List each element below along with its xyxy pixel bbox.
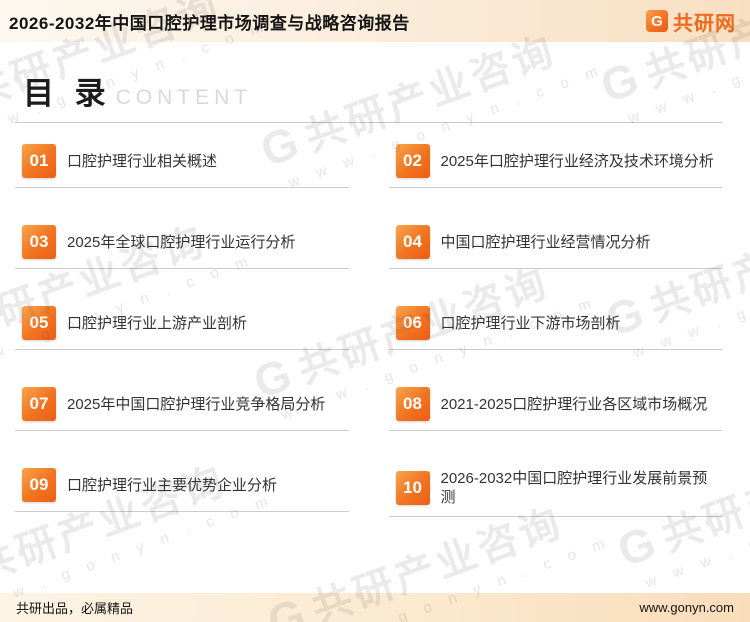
toc-item-number: 07 [22,387,56,421]
toc-item-number: 09 [22,468,56,502]
toc-grid: 01 口腔护理行业相关概述 02 2025年口腔护理行业经济及技术环境分析 03… [15,144,722,549]
toc-item: 03 2025年全球口腔护理行业运行分析 [15,225,349,269]
footer-slogan: 共研出品，必属精品 [16,601,134,616]
toc-item-label: 口腔护理行业相关概述 [67,153,218,170]
main-content: 目 录 CONTENT 01 口腔护理行业相关概述 02 2025年口腔护理行业… [15,42,722,549]
toc-item-number: 04 [395,225,430,259]
header-bar: 2026-2032年中国口腔护理市场调查与战略咨询报告 G 共研网 [0,0,750,42]
toc-item-label: 2025年中国口腔护理行业竞争格局分析 [67,396,326,413]
toc-item-label: 2025年口腔护理行业经济及技术环境分析 [440,153,714,170]
toc-item: 07 2025年中国口腔护理行业竞争格局分析 [15,387,349,431]
toc-item-label: 2025年全球口腔护理行业运行分析 [67,234,296,251]
toc-title-en: CONTENT [115,86,253,109]
toc-item-number: 10 [395,470,430,505]
toc-item: 05 口腔护理行业上游产业剖析 [15,306,349,350]
toc-item-number: 02 [395,144,430,178]
logo-g-icon: G [646,10,668,32]
toc-item-number: 01 [22,144,56,178]
toc-item: 01 口腔护理行业相关概述 [15,144,349,188]
logo-text: 共研网 [673,12,736,35]
report-title: 2026-2032年中国口腔护理市场调查与战略咨询报告 [9,13,410,33]
toc-item: 02 2025年口腔护理行业经济及技术环境分析 [388,144,722,188]
toc-item-number: 08 [395,387,430,421]
toc-item-label: 口腔护理行业上游产业剖析 [67,315,248,332]
toc-title-cn: 目 录 [23,76,112,111]
toc-item-label: 口腔护理行业主要优势企业分析 [67,477,278,494]
toc-item-label: 2021-2025口腔护理行业各区域市场概况 [440,396,708,413]
toc-item: 10 2026-2032中国口腔护理行业发展前景预测 [388,468,722,517]
toc-item: 04 中国口腔护理行业经营情况分析 [388,225,722,269]
toc-item-label: 口腔护理行业下游市场剖析 [440,315,621,332]
toc-item: 06 口腔护理行业下游市场剖析 [388,306,722,350]
toc-item: 08 2021-2025口腔护理行业各区域市场概况 [388,387,722,431]
toc-item: 09 口腔护理行业主要优势企业分析 [15,468,349,512]
toc-divider [15,122,722,123]
toc-item-number: 05 [22,306,56,340]
toc-item-label: 中国口腔护理行业经营情况分析 [440,234,651,251]
toc-item-label: 2026-2032中国口腔护理行业发展前景预测 [440,470,708,506]
brand-logo: G 共研网 [646,7,736,36]
toc-item-number: 06 [395,306,430,340]
footer-bar: 共研出品，必属精品 www.gonyn.com [0,593,750,622]
toc-heading: 目 录 CONTENT [15,68,722,113]
toc-item-number: 03 [22,225,56,259]
footer-url: www.gonyn.com [639,600,734,615]
report-toc-page: 2026-2032年中国口腔护理市场调查与战略咨询报告 G 共研网 目 录 CO… [0,0,750,622]
